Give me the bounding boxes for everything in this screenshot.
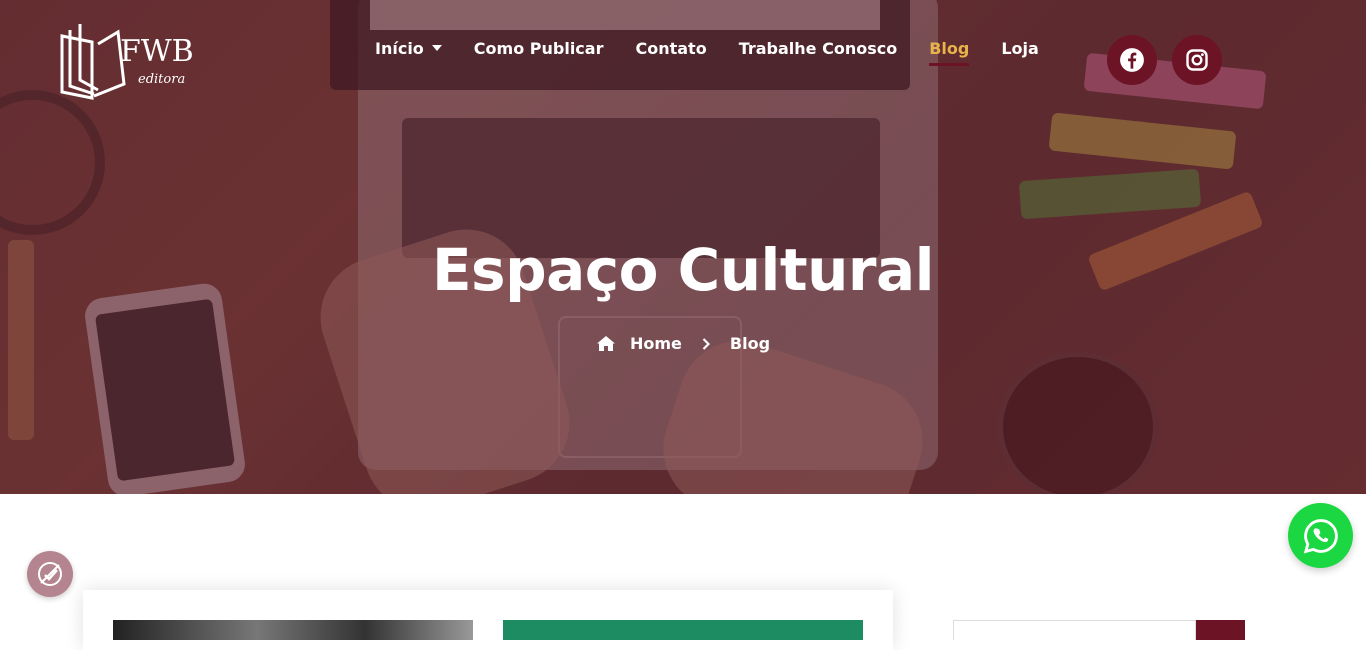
logo-text: FWB <box>120 34 194 69</box>
book-logo-icon <box>60 24 126 100</box>
home-icon <box>596 336 615 351</box>
accessibility-icon <box>38 562 62 586</box>
hero-banner: FWB editora Início Como Publicar Contato… <box>0 0 1366 494</box>
nav-item-blog[interactable]: Blog <box>929 38 970 66</box>
nav-item-label: Como Publicar <box>473 38 604 58</box>
nav-item-como-publicar[interactable]: Como Publicar <box>474 39 604 58</box>
nav-item-inicio[interactable]: Início <box>375 39 442 58</box>
instagram-button[interactable] <box>1172 35 1222 85</box>
breadcrumb-current: Blog <box>729 334 771 353</box>
caret-down-icon <box>431 45 442 51</box>
breadcrumb: Home Blog <box>0 334 1366 353</box>
sidebar-search-button[interactable] <box>1196 620 1245 640</box>
chevron-right-icon <box>702 337 710 350</box>
nav-item-label: Loja <box>1001 38 1039 58</box>
nav-item-label: Trabalhe Conosco <box>738 38 898 58</box>
logo-subtext: editora <box>138 72 186 87</box>
sidebar-search-input[interactable] <box>953 620 1196 640</box>
accessibility-button[interactable] <box>27 551 73 597</box>
page-title: Espaço Cultural <box>431 236 935 304</box>
breadcrumb-home-label: Home <box>629 334 682 353</box>
main-nav: Início Como Publicar Contato Trabalhe Co… <box>375 36 1071 66</box>
nav-item-label: Início <box>375 38 424 58</box>
post-thumbnail[interactable] <box>503 620 863 640</box>
nav-item-label: Contato <box>635 38 707 58</box>
instagram-icon <box>1186 49 1208 71</box>
breadcrumb-home-link[interactable]: Home <box>596 334 682 353</box>
facebook-button[interactable] <box>1107 35 1157 85</box>
nav-item-loja[interactable]: Loja <box>1001 39 1038 58</box>
whatsapp-icon <box>1303 518 1338 553</box>
facebook-icon <box>1120 48 1144 72</box>
nav-item-contato[interactable]: Contato <box>635 39 706 58</box>
nav-item-label: Blog <box>929 38 970 58</box>
nav-item-trabalhe-conosco[interactable]: Trabalhe Conosco <box>739 39 898 58</box>
whatsapp-button[interactable] <box>1288 503 1353 568</box>
post-thumbnail[interactable] <box>113 620 473 640</box>
site-logo[interactable]: FWB editora <box>58 22 210 100</box>
